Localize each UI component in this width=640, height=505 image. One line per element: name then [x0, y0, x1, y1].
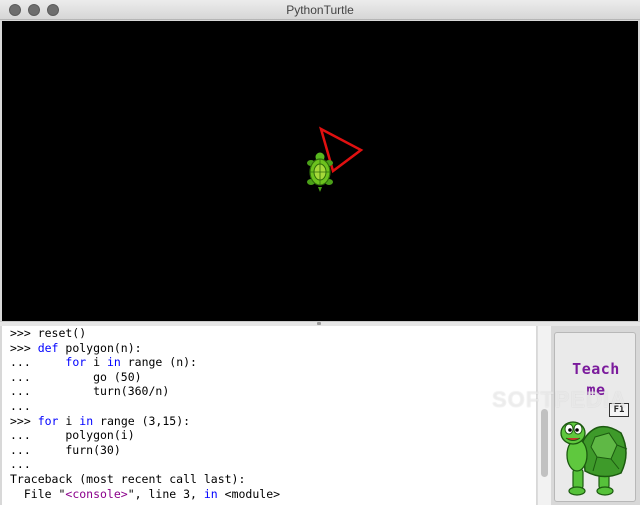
shell-line: >>> def polygon(n):	[10, 340, 142, 355]
help-panel: Teach me F1	[552, 326, 640, 505]
shell-line: Traceback (most recent call last):	[10, 471, 246, 486]
shell-line: ...	[10, 398, 31, 413]
teacher-turtle-icon	[560, 421, 628, 496]
scrollbar-thumb[interactable]	[541, 409, 548, 477]
teach-me-label-line1: Teach	[572, 360, 620, 378]
shell-line: >>> reset()	[10, 326, 87, 340]
shell-line: ... for i in range (n):	[10, 355, 197, 370]
canvas-drawing	[307, 126, 364, 192]
shell-line: ... turn(360/n)	[10, 384, 170, 399]
shell-line: File "<console>", line 3, in <module>	[10, 486, 281, 501]
shell-line: ... furn(30)	[10, 442, 121, 457]
window-title: PythonTurtle	[286, 3, 354, 17]
python-shell[interactable]: >>> reset() >>> def polygon(n): ... for …	[2, 326, 536, 505]
watermark-text: SOFTPEDIA	[492, 387, 627, 412]
splitter-grip-icon	[317, 322, 321, 325]
title-bar: PythonTurtle	[0, 0, 640, 20]
shell-line: ... go (50)	[10, 369, 142, 384]
turtle-canvas	[2, 21, 638, 321]
teach-me-button[interactable]: Teach me F1	[554, 332, 636, 502]
shell-line: ... polygon(i)	[10, 428, 135, 443]
shell-line: >>> for i in range (3,15):	[10, 413, 191, 428]
shell-scrollbar[interactable]	[537, 326, 551, 505]
shell-line: ...	[10, 457, 31, 472]
